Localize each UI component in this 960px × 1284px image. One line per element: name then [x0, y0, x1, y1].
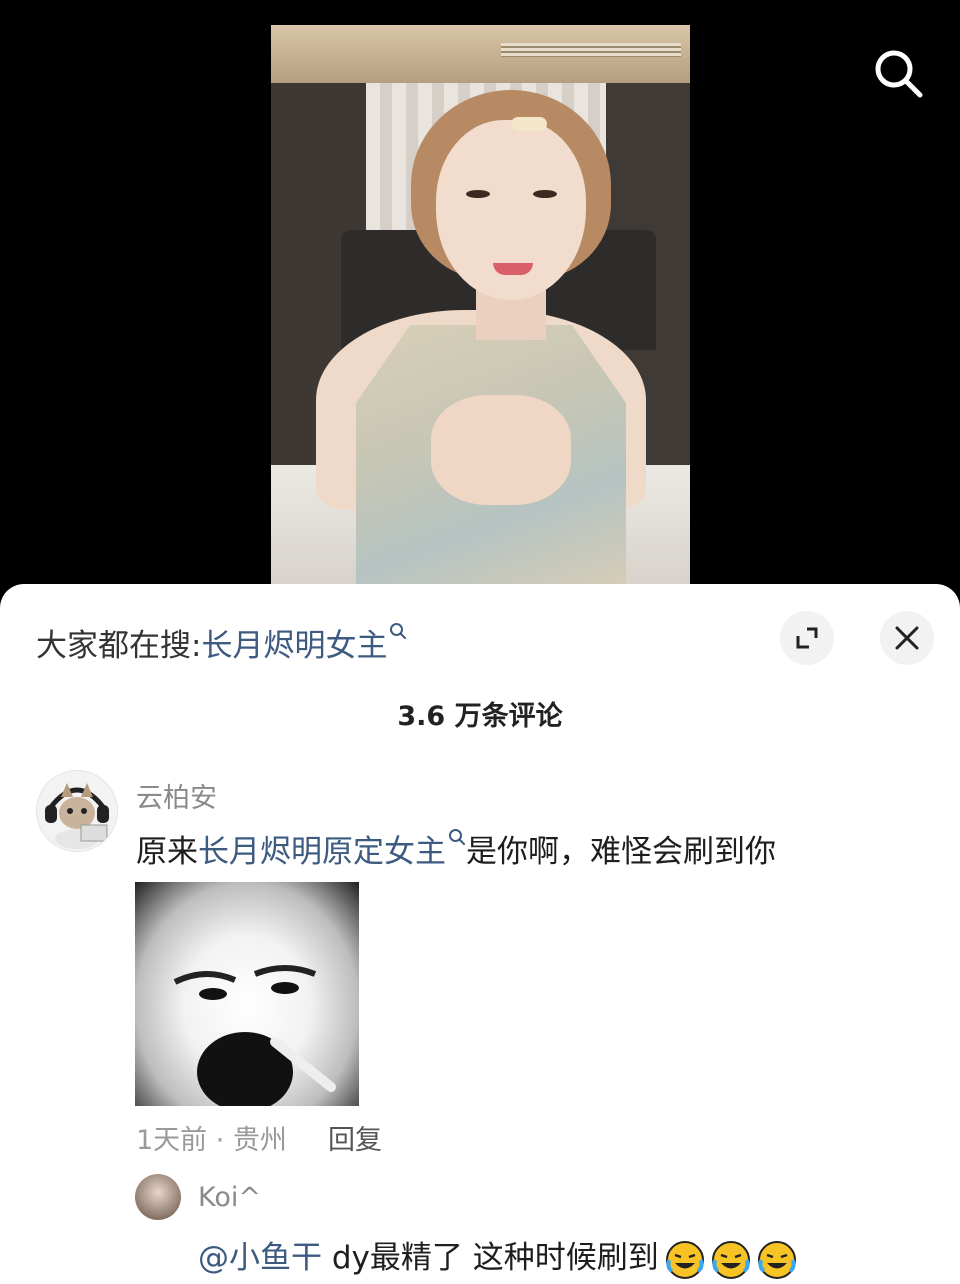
- comment-text-suffix: 是你啊，难怪会刷到你: [466, 834, 776, 870]
- comment-username[interactable]: 云柏安: [136, 776, 217, 815]
- reply-text-body: dy最精了 这种时候刷到: [322, 1240, 659, 1276]
- comment-text: 原来长月烬明原定女主 是你啊，难怪会刷到你: [136, 826, 776, 871]
- video-player[interactable]: [0, 0, 960, 600]
- cat-avatar-icon: [37, 771, 117, 851]
- comment-meta: 1天前 · 贵州: [136, 1125, 287, 1156]
- small-search-icon: [390, 623, 407, 639]
- expand-icon: [796, 627, 818, 649]
- comment-meme-image[interactable]: [135, 882, 359, 1112]
- small-search-icon: [449, 829, 465, 845]
- reply-text: @小鱼干 dy最精了 这种时候刷到: [198, 1232, 797, 1280]
- hair-clip: [511, 117, 547, 131]
- search-button[interactable]: [870, 45, 926, 101]
- trending-search: 大家都在搜:长月烬明女主: [36, 620, 407, 665]
- comment-count: 3.6 万条评论: [397, 701, 563, 732]
- expand-button[interactable]: [780, 611, 834, 665]
- video-frame[interactable]: [271, 25, 690, 585]
- user-mention-link[interactable]: @小鱼干: [198, 1240, 322, 1276]
- person-hands: [431, 395, 571, 505]
- close-button[interactable]: [880, 611, 934, 665]
- video-vent: [501, 43, 681, 57]
- trending-prefix: 大家都在搜:: [36, 628, 202, 664]
- laughing-crying-emoji-icon: [711, 1240, 750, 1279]
- trending-term-link[interactable]: 长月烬明女主: [201, 628, 387, 664]
- search-icon: [875, 50, 923, 98]
- reply-username[interactable]: Koi^: [198, 1182, 261, 1213]
- comment-text-prefix: 原来: [136, 834, 198, 870]
- comment-search-link[interactable]: 长月烬明原定女主: [198, 834, 446, 870]
- laughing-crying-emoji-icon: [757, 1240, 796, 1279]
- laughing-crying-emoji-icon: [665, 1240, 704, 1279]
- person-eye-left: [466, 190, 490, 198]
- avatar[interactable]: [36, 770, 118, 852]
- meme-face-icon: [173, 965, 336, 1112]
- person-eye-right: [533, 190, 557, 198]
- close-icon: [895, 626, 919, 650]
- person-mouth: [493, 263, 533, 275]
- reply-avatar[interactable]: [135, 1174, 181, 1220]
- comment-sheet: 大家都在搜:长月烬明女主 3.6 万条评论 云柏安 原来长月烬明原定女主 是你啊…: [0, 584, 960, 1284]
- reply-button[interactable]: 回复: [328, 1118, 382, 1157]
